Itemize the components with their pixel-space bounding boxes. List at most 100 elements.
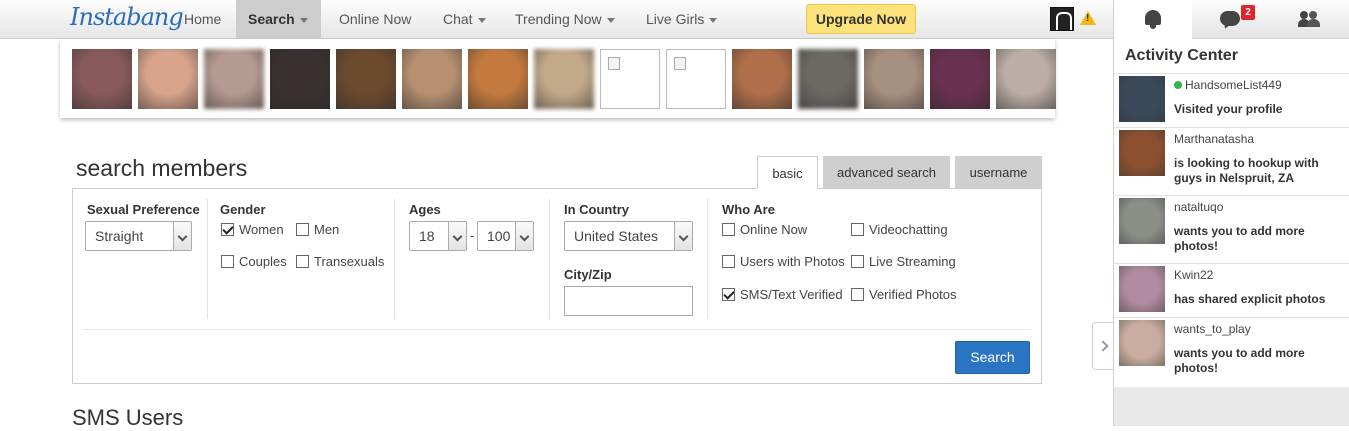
member-thumbnail[interactable] [666, 49, 726, 109]
member-thumbnail[interactable] [270, 49, 330, 109]
nav-online-now[interactable]: Online Now [327, 0, 423, 39]
chevron-down-icon [515, 222, 533, 250]
activity-center-title: Activity Center [1125, 47, 1238, 64]
city-zip-input[interactable] [564, 286, 693, 316]
online-status-icon [1174, 81, 1182, 89]
checkbox-icon [722, 255, 735, 268]
gender-women-checkbox[interactable]: Women [221, 222, 284, 237]
chevron-down-icon [709, 17, 718, 23]
age-range-separator: - [470, 228, 475, 243]
activity-user-photo[interactable] [1119, 266, 1165, 312]
tab-notifications[interactable] [1114, 0, 1192, 39]
checkbox-icon [296, 255, 309, 268]
checkbox-icon [722, 223, 735, 236]
checkbox-icon [851, 223, 864, 236]
online-now-checkbox[interactable]: Online Now [722, 222, 807, 237]
chevron-down-icon [674, 222, 692, 250]
location-group: In Country United States City/Zip [551, 199, 708, 319]
activity-user-photo[interactable] [1119, 320, 1165, 366]
activity-user-photo[interactable] [1119, 130, 1165, 176]
activity-message: wants you to add more photos! [1174, 224, 1305, 253]
age-min-select[interactable]: 18 [409, 221, 467, 251]
warning-icon[interactable] [1080, 11, 1096, 25]
member-thumbnail[interactable] [600, 49, 660, 109]
sexual-preference-label: Sexual Preference [87, 202, 200, 217]
member-photo-strip [60, 39, 1056, 118]
who-are-label: Who Are [722, 202, 775, 217]
nav-chat[interactable]: Chat [431, 0, 498, 39]
checkbox-icon [851, 255, 864, 268]
nav-online-now-label: Online Now [339, 11, 412, 27]
tab-messages[interactable]: 2 [1192, 0, 1270, 39]
gender-transexuals-checkbox[interactable]: Transexuals [296, 254, 384, 269]
activity-message: wants you to add more photos! [1174, 346, 1305, 375]
verified-photos-checkbox[interactable]: Verified Photos [851, 287, 956, 302]
age-max-select[interactable]: 100 [477, 221, 534, 251]
sexual-preference-group: Sexual Preference Straight [83, 199, 208, 319]
age-max-value: 100 [487, 228, 511, 244]
upgrade-now-button[interactable]: Upgrade Now [806, 4, 916, 34]
activity-item[interactable]: wants_to_play wants you to add more phot… [1114, 317, 1349, 387]
activity-item[interactable]: HandsomeList449 Visited your profile [1114, 73, 1349, 127]
live-streaming-checkbox[interactable]: Live Streaming [851, 254, 956, 269]
users-icon [1298, 11, 1320, 28]
verified-photos-label: Verified Photos [869, 287, 957, 302]
nav-home[interactable]: Home [172, 0, 233, 39]
sexual-preference-select[interactable]: Straight [85, 221, 192, 251]
form-divider [83, 329, 1031, 330]
activity-username[interactable]: Marthanatasha [1174, 132, 1254, 146]
activity-user-photo[interactable] [1119, 76, 1165, 122]
ages-group: Ages 18 - 100 [396, 199, 550, 319]
member-thumbnail[interactable] [864, 49, 924, 109]
collapse-sidebar-button[interactable] [1092, 322, 1114, 370]
member-thumbnail[interactable] [72, 49, 132, 109]
country-value: United States [574, 228, 659, 244]
activity-username[interactable]: nataltuqo [1174, 200, 1223, 214]
member-thumbnail[interactable] [732, 49, 792, 109]
tab-username[interactable]: username [955, 156, 1042, 189]
gender-men-label: Men [314, 222, 340, 237]
user-avatar[interactable] [1050, 7, 1074, 31]
checkbox-icon [296, 223, 309, 236]
gender-men-checkbox[interactable]: Men [296, 222, 339, 237]
tab-friends[interactable] [1270, 0, 1348, 39]
live-streaming-label: Live Streaming [869, 254, 956, 269]
activity-user-photo[interactable] [1119, 198, 1165, 244]
activity-username[interactable]: Kwin22 [1174, 268, 1213, 282]
activity-message: has shared explicit photos [1174, 292, 1326, 306]
activity-username[interactable]: wants_to_play [1174, 322, 1251, 336]
videochatting-checkbox[interactable]: Videochatting [851, 222, 948, 237]
member-thumbnail[interactable] [204, 49, 264, 109]
search-form-panel: Sexual Preference Straight Gender Women … [72, 188, 1042, 384]
activity-item[interactable]: Kwin22 has shared explicit photos [1114, 263, 1349, 317]
site-logo[interactable]: Instabang [70, 3, 184, 31]
chat-bubble-icon [1220, 11, 1240, 26]
sms-text-verified-checkbox[interactable]: SMS/Text Verified [722, 287, 843, 302]
nav-live-girls[interactable]: Live Girls [634, 0, 729, 39]
tab-advanced-search[interactable]: advanced search [823, 156, 950, 189]
member-thumbnail[interactable] [402, 49, 462, 109]
nav-search-label: Search [248, 11, 295, 27]
nav-trending-now[interactable]: Trending Now [503, 0, 627, 39]
member-thumbnail[interactable] [336, 49, 396, 109]
tab-basic[interactable]: basic [757, 156, 818, 189]
activity-username[interactable]: HandsomeList449 [1174, 78, 1282, 92]
gender-women-label: Women [239, 222, 284, 237]
member-thumbnail[interactable] [930, 49, 990, 109]
member-thumbnail[interactable] [534, 49, 594, 109]
activity-item[interactable]: nataltuqo wants you to add more photos! [1114, 195, 1349, 263]
online-now-label: Online Now [740, 222, 808, 237]
member-thumbnail[interactable] [468, 49, 528, 109]
activity-center-panel: Activity Center HandsomeList449 Visited … [1114, 39, 1349, 387]
member-thumbnail[interactable] [798, 49, 858, 109]
country-select[interactable]: United States [564, 221, 693, 251]
member-thumbnail[interactable] [138, 49, 198, 109]
users-with-photos-checkbox[interactable]: Users with Photos [722, 254, 845, 269]
nav-search[interactable]: Search [236, 0, 321, 39]
activity-item[interactable]: Marthanatasha is looking to hookup with … [1114, 127, 1349, 195]
chevron-down-icon [606, 17, 615, 23]
search-button[interactable]: Search [955, 341, 1030, 374]
member-thumbnail[interactable] [996, 49, 1056, 109]
gender-couples-checkbox[interactable]: Couples [221, 254, 287, 269]
nav-live-girls-label: Live Girls [646, 11, 705, 27]
